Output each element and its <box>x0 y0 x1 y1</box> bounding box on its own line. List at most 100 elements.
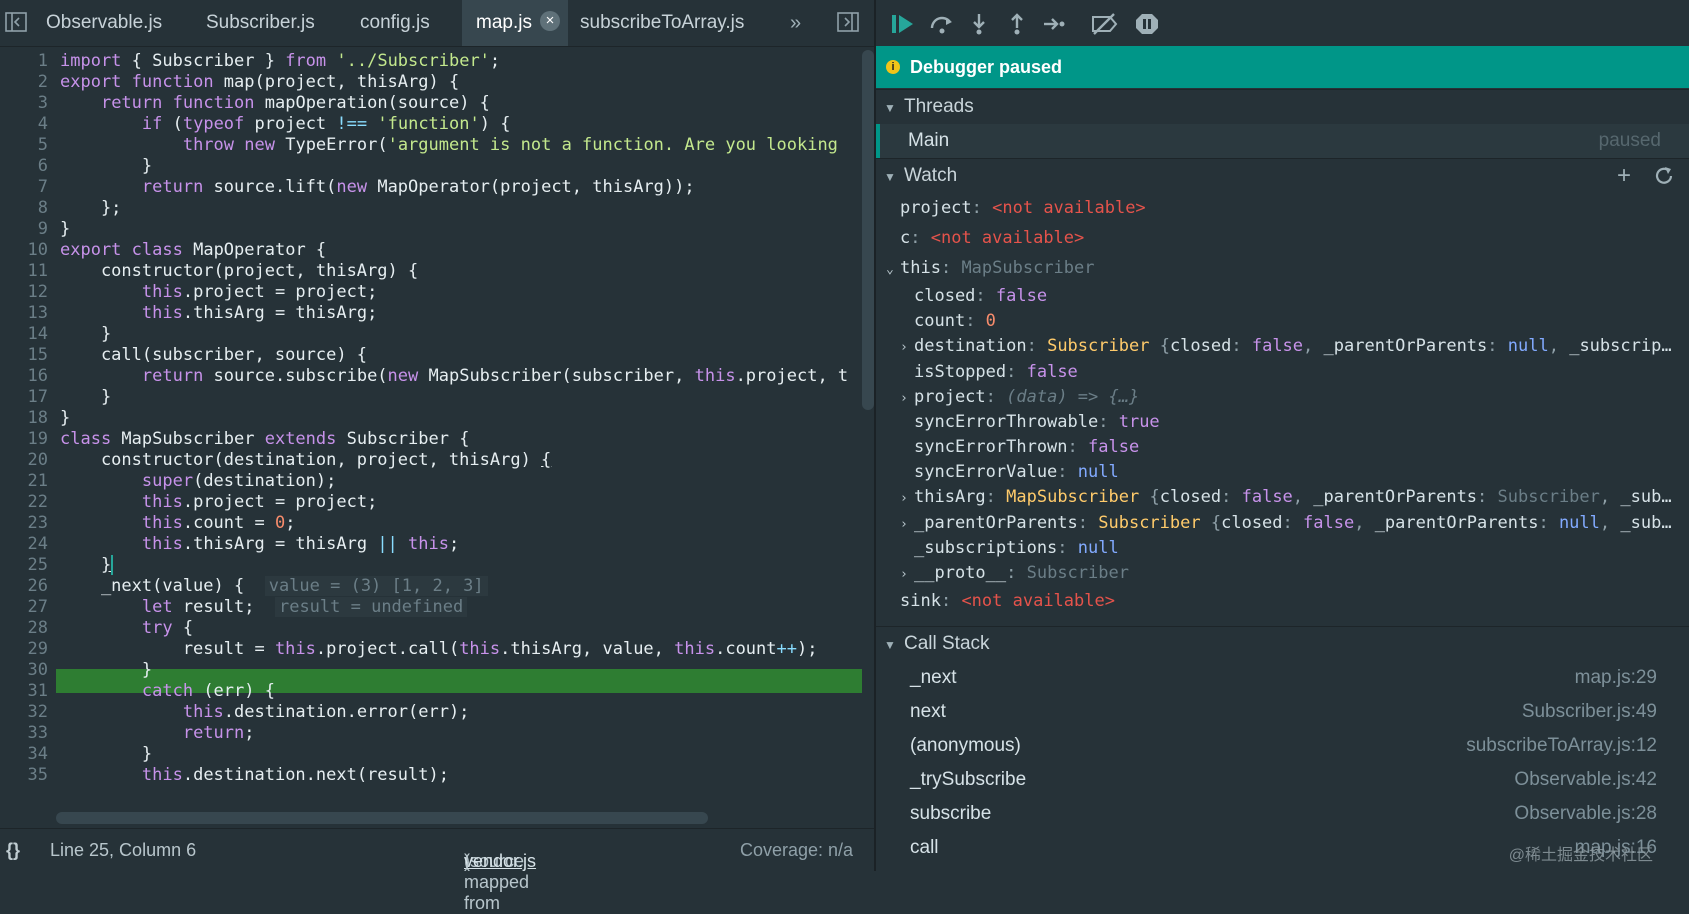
deactivate-breakpoints-icon[interactable] <box>1090 12 1118 36</box>
vertical-scrollbar[interactable] <box>862 50 874 410</box>
close-tab-icon[interactable]: × <box>539 10 560 31</box>
debugger-pane: i Debugger paused ▼ Threads Main paused ▼… <box>876 0 1689 871</box>
inline-value-value: value = (3) [1, 2, 3] <box>264 576 488 596</box>
call-stack-frame[interactable]: _trySubscribe Observable.js:42 <box>876 763 1689 797</box>
refresh-icon[interactable] <box>1653 165 1675 187</box>
code-line: 28 try { <box>27 618 194 638</box>
watch-expression[interactable]: project: <not available> <box>900 196 1146 220</box>
tab-map[interactable]: map.js × <box>462 0 568 46</box>
watch-property[interactable]: › destination: Subscriber {closed: false,… <box>900 334 1672 358</box>
watch-property[interactable]: _subscriptions: null <box>914 536 1119 560</box>
code-line: 15 call(subscriber, source) { <box>27 345 368 365</box>
editor-pane: Observable.js Subscriber.js config.js ma… <box>0 0 874 913</box>
status-bar: {} Line 25, Column 6 (source mapped from… <box>0 828 874 913</box>
call-stack-frame[interactable]: (anonymous) subscribeToArray.js:12 <box>876 729 1689 763</box>
code-line: 2 export function map(project, thisArg) { <box>37 72 460 92</box>
toggle-sidebar-icon[interactable] <box>4 10 28 34</box>
tab-subscribe-to-array[interactable]: subscribeToArray.js <box>580 0 744 46</box>
cursor-position: Line 25, Column 6 <box>50 840 197 860</box>
watch-expression[interactable]: c: <not available> <box>900 226 1084 250</box>
watch-property[interactable]: count: 0 <box>914 309 996 333</box>
horizontal-scrollbar[interactable] <box>56 812 708 824</box>
watch-header[interactable]: ▼ Watch + <box>876 158 1689 193</box>
code-line: 18} <box>27 408 71 428</box>
source-map-suffix: ) <box>464 851 470 871</box>
watch-property[interactable]: syncErrorThrowable: true <box>914 410 1160 434</box>
watch-expression[interactable]: sink: <not available> <box>900 589 1115 613</box>
chevron-down-icon: ▼ <box>884 638 896 652</box>
debugger-toolbar <box>876 0 1689 47</box>
code-line: 12 this.project = project; <box>27 282 378 302</box>
tab-map-label: map.js <box>476 12 532 33</box>
resume-icon[interactable] <box>890 12 916 36</box>
code-line: 31 catch (err) { <box>27 681 275 701</box>
watch-property[interactable]: › __proto__: Subscriber <box>900 561 1129 585</box>
code-view[interactable]: 1 import { Subscriber } from '../Subscrib… <box>0 50 874 822</box>
tab-observable[interactable]: Observable.js <box>46 0 162 46</box>
step-in-icon[interactable] <box>966 12 992 36</box>
threads-header[interactable]: ▼ Threads <box>876 89 1689 124</box>
code-line: 20 constructor(destination, project, thi… <box>27 450 552 470</box>
paused-banner-text: Debugger paused <box>910 57 1063 77</box>
watch-property[interactable]: syncErrorValue: null <box>914 460 1119 484</box>
code-line: 30 } <box>27 660 153 680</box>
step-icon[interactable] <box>1042 12 1068 36</box>
step-over-icon[interactable] <box>928 12 954 36</box>
code-line: 34 } <box>27 744 153 764</box>
editor-tab-bar: Observable.js Subscriber.js config.js ma… <box>0 0 874 47</box>
thread-item-main[interactable]: Main paused <box>876 124 1689 158</box>
code-line: 17 } <box>27 387 112 407</box>
info-icon: i <box>886 60 900 74</box>
pause-on-exceptions-icon[interactable] <box>1134 12 1160 36</box>
code-line: 32 this.destination.error(err); <box>27 702 470 722</box>
threads-title: Threads <box>904 96 974 117</box>
paused-code-line: 29 result = this.project.call(this.thisA… <box>27 639 818 659</box>
inline-value-result: result = undefined <box>274 597 468 617</box>
code-line: 1 import { Subscriber } from '../Subscrib… <box>37 51 501 71</box>
watch-expression[interactable]: ⌄ this: MapSubscriber <box>886 256 1095 280</box>
coverage-info: Coverage: n/a <box>740 840 854 860</box>
call-stack-frame[interactable]: _next map.js:29 <box>876 661 1689 695</box>
code-line: 11 constructor(project, thisArg) { <box>27 261 419 281</box>
watch-property[interactable]: › _parentOrParents: Subscriber {closed: f… <box>900 511 1672 535</box>
call-stack-title: Call Stack <box>904 633 990 654</box>
code-line: 7 return source.lift(new MapOperator(pro… <box>37 177 695 197</box>
tab-subscriber[interactable]: Subscriber.js <box>206 0 315 46</box>
chevron-down-icon: ▼ <box>884 101 896 115</box>
watch-property[interactable]: isStopped: false <box>914 360 1078 384</box>
code-line: 23 this.count = 0; <box>27 513 296 533</box>
tab-config[interactable]: config.js <box>360 0 430 46</box>
code-line: 5 throw new TypeError('argument is not a… <box>37 135 838 155</box>
add-watch-icon[interactable]: + <box>1617 159 1631 193</box>
call-stack-header[interactable]: ▼ Call Stack <box>876 626 1689 661</box>
code-line: 9} <box>37 219 71 239</box>
toggle-debugger-icon[interactable] <box>836 10 860 34</box>
code-line: 27 let result; result = undefined <box>0 596 874 618</box>
call-stack-frame[interactable]: subscribe Observable.js:28 <box>876 797 1689 831</box>
code-line: 6 } <box>37 156 153 176</box>
code-line: 8 }; <box>37 198 122 218</box>
pretty-print-button[interactable]: {} <box>6 840 20 861</box>
code-line: 21 super(destination); <box>27 471 337 491</box>
code-line: 4 if (typeof project !== 'function') { <box>37 114 511 134</box>
more-tabs-icon[interactable]: » <box>790 12 801 35</box>
code-line: 24 this.thisArg = thisArg || this; <box>27 534 460 554</box>
code-line: 14 } <box>27 324 112 344</box>
thread-name: Main <box>908 130 950 151</box>
code-line: 3 return function mapOperation(source) { <box>37 93 490 113</box>
source-map-link[interactable]: vendor.js <box>464 851 536 872</box>
code-line: 19 class MapSubscriber extends Subscriber… <box>27 429 470 449</box>
watermark: @稀土掘金技术社区 <box>1508 847 1653 864</box>
call-stack-frame[interactable]: next Subscriber.js:49 <box>876 695 1689 729</box>
code-line: 33 return; <box>27 723 255 743</box>
code-line: 35 this.destination.next(result); <box>27 765 449 785</box>
step-out-icon[interactable] <box>1004 12 1030 36</box>
code-line: 22 this.project = project; <box>27 492 378 512</box>
chevron-down-icon: ▼ <box>884 170 896 184</box>
watch-property[interactable]: › project: (data) => {…} <box>900 385 1139 409</box>
watch-property[interactable]: syncErrorThrown: false <box>914 435 1139 459</box>
debugger-paused-banner: i Debugger paused <box>876 46 1689 88</box>
code-line: 10 export class MapOperator { <box>27 240 327 260</box>
watch-property[interactable]: closed: false <box>914 284 1047 308</box>
watch-property[interactable]: › thisArg: MapSubscriber {closed: false, … <box>900 485 1672 509</box>
